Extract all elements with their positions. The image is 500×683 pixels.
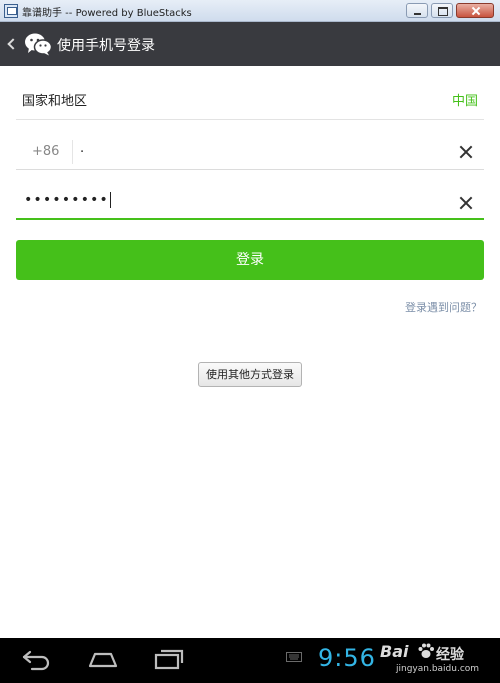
back-arrow-icon (7, 38, 19, 50)
login-button[interactable]: 登录 (16, 240, 484, 280)
paw-icon (418, 643, 434, 658)
clear-password-icon[interactable] (454, 191, 478, 215)
window-titlebar: 靠谱助手 -- Powered by BlueStacks (0, 0, 500, 22)
app-window-icon (4, 4, 18, 18)
wechat-icon (25, 33, 52, 56)
text-cursor (109, 192, 111, 208)
page-title: 使用手机号登录 (57, 38, 155, 54)
country-region-row[interactable]: 国家和地区 中国 (16, 78, 484, 120)
minimize-button[interactable] (406, 3, 428, 18)
country-region-value[interactable]: 中国 (452, 90, 478, 109)
watermark-url: jingyan.baidu.com (396, 664, 480, 674)
phone-row: +86 (16, 134, 484, 170)
nav-home-icon[interactable] (86, 646, 120, 672)
status-clock: 9:56 (318, 644, 376, 672)
watermark-logo: Bai (380, 642, 409, 661)
country-region-label: 国家和地区 (22, 94, 88, 109)
maximize-button[interactable] (431, 3, 453, 18)
window-controls (406, 3, 494, 19)
password-value: ••••••••• (24, 192, 109, 208)
phone-country-code: +86 (32, 144, 60, 159)
nav-back-icon[interactable] (20, 646, 54, 672)
password-row[interactable]: ••••••••• (16, 186, 484, 220)
password-field[interactable]: ••••••••• (24, 192, 111, 208)
nav-recent-apps-icon[interactable] (152, 646, 186, 672)
other-login-method-button[interactable]: 使用其他方式登录 (198, 362, 302, 387)
android-nav-bar: 9:56 Bai 经验 jingyan.baidu.com (0, 638, 500, 683)
close-window-button[interactable] (456, 3, 494, 18)
phone-divider (72, 140, 73, 164)
window-title: 靠谱助手 -- Powered by BlueStacks (22, 8, 192, 19)
keyboard-icon[interactable] (286, 652, 302, 662)
clear-phone-icon[interactable] (454, 140, 478, 164)
back-button[interactable] (4, 22, 52, 66)
watermark-text: 经验 (436, 647, 464, 663)
login-problem-link[interactable]: 登录遇到问题？ (405, 299, 482, 315)
app-header: 使用手机号登录 (0, 22, 500, 66)
phone-input[interactable] (80, 140, 440, 164)
